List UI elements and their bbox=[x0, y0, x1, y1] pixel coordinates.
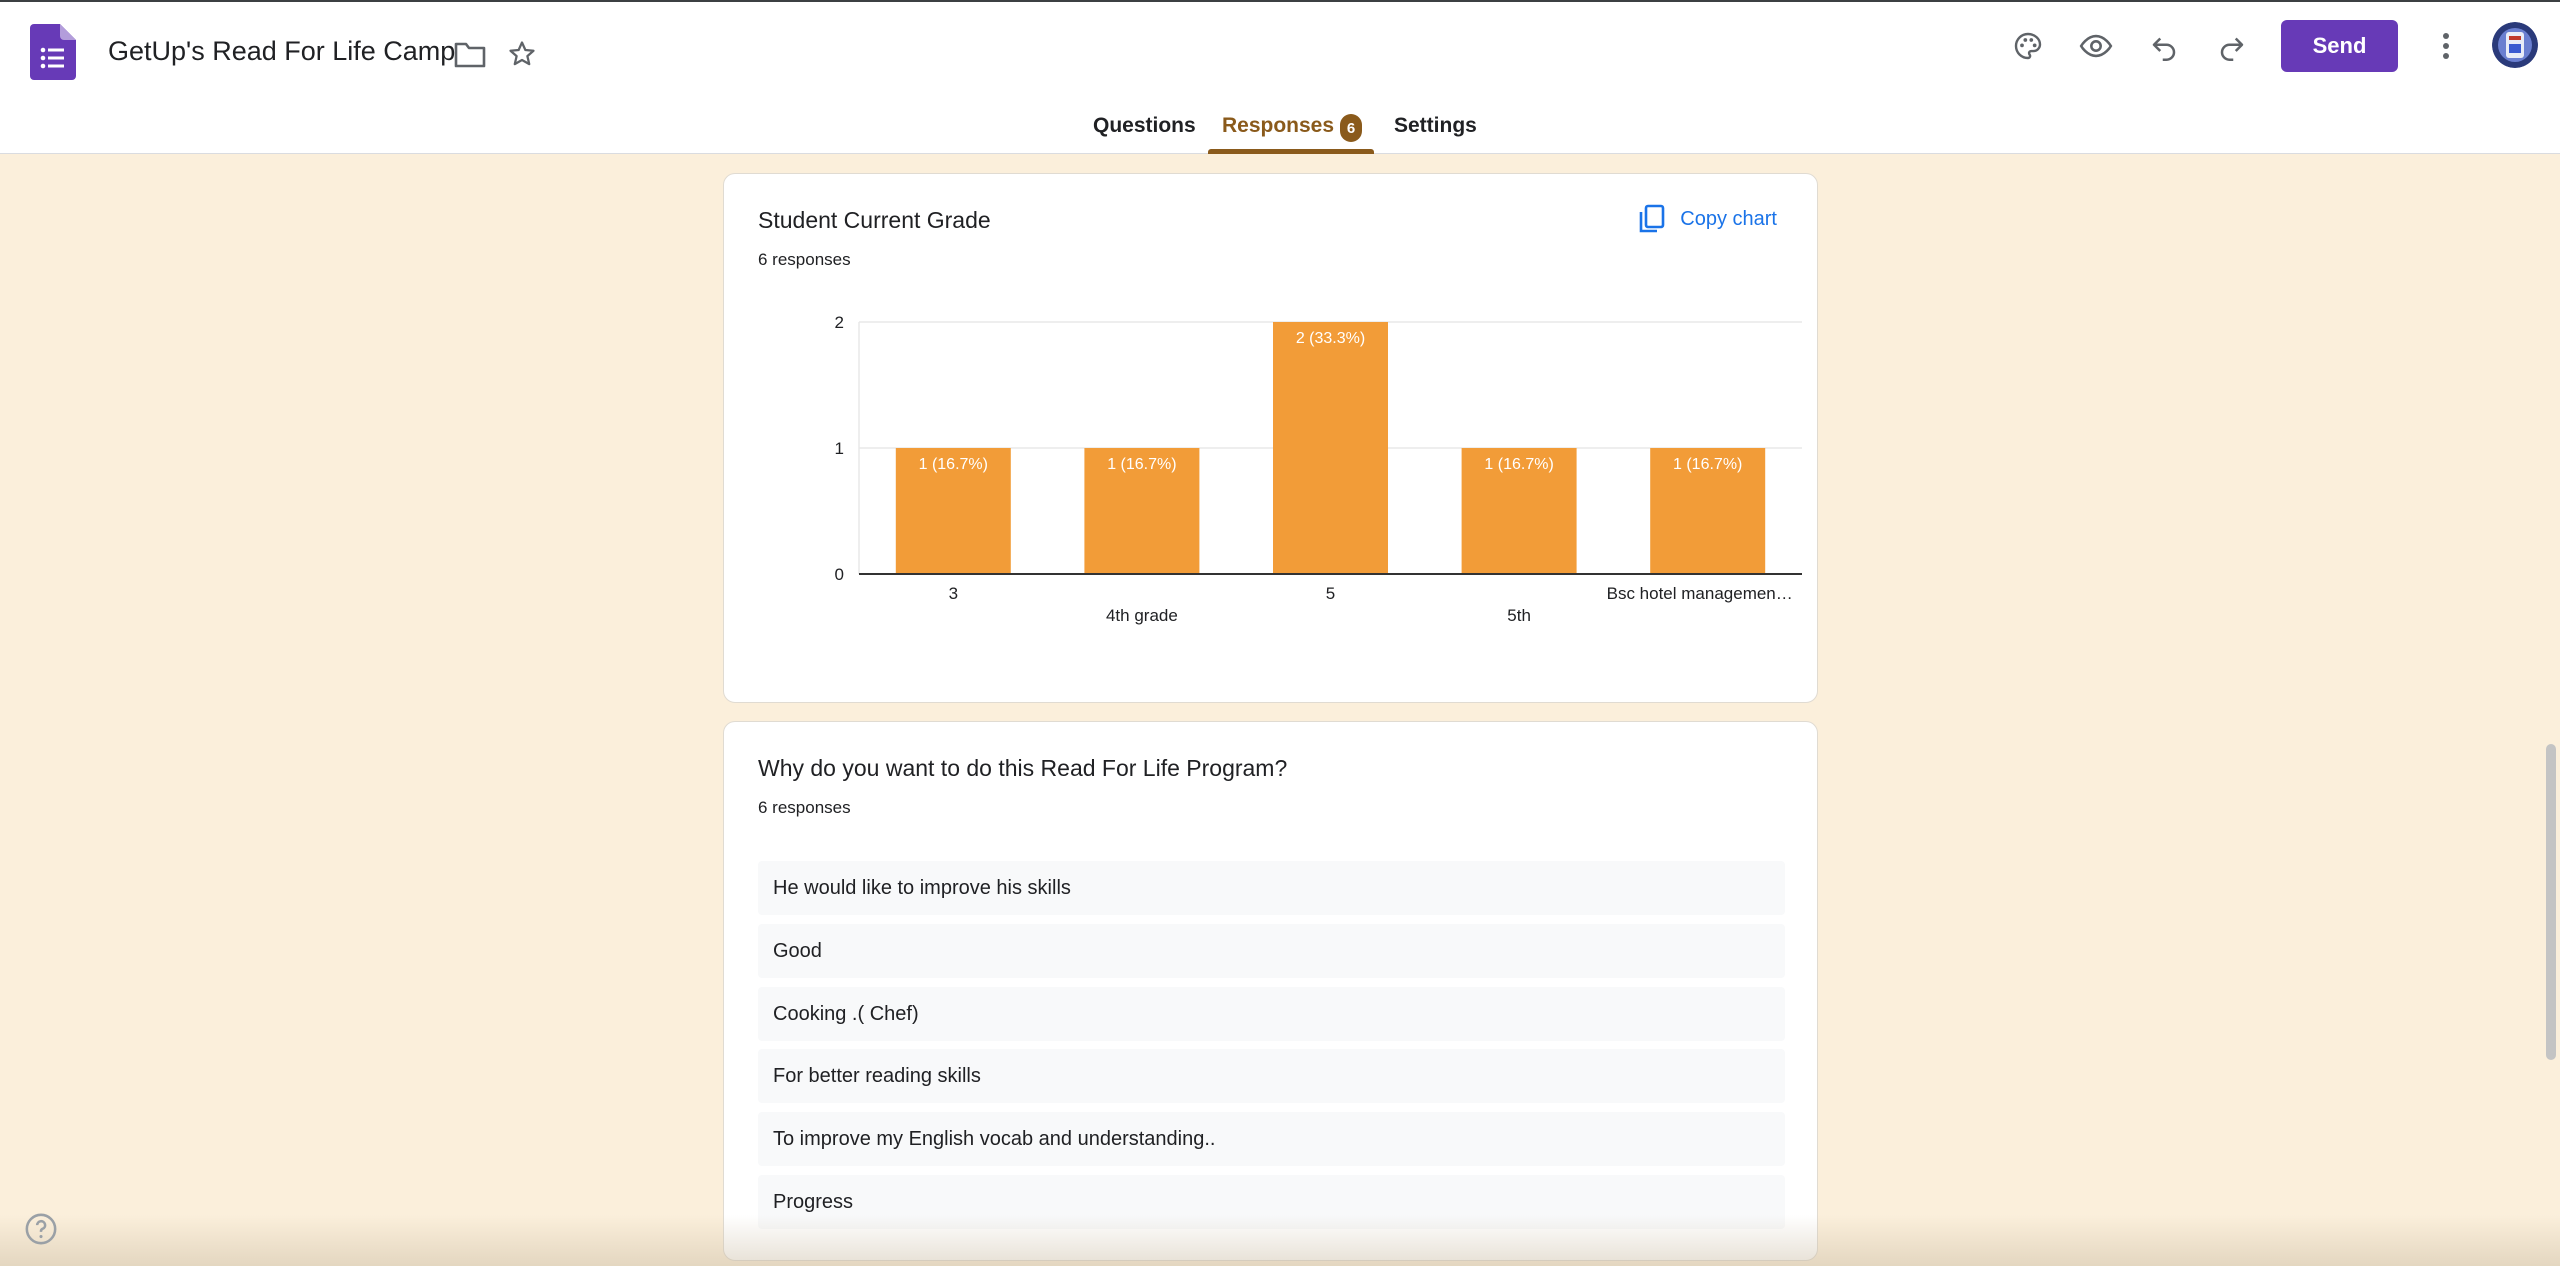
responses-count-badge: 6 bbox=[1340, 114, 1362, 142]
avatar[interactable] bbox=[2492, 22, 2538, 68]
bar-chart: 0 1 2 1 (16.7%) 3 1 (16.7%) 4th grade 2 (33.3%)… bbox=[835, 313, 1802, 625]
x-tick-label: Bsc hotel managemen… bbox=[1607, 584, 1793, 603]
chart-card: Student Current Grade 6 responses Copy c… bbox=[723, 173, 1818, 838]
page-vertical-scrollbar[interactable] bbox=[2546, 744, 2556, 1060]
list-item: To improve my English vocab and understa… bbox=[758, 1112, 1785, 1166]
bar-data-label: 1 (16.7%) bbox=[919, 456, 988, 473]
bar-data-label: 1 (16.7%) bbox=[1484, 456, 1553, 473]
help-icon[interactable] bbox=[24, 1212, 58, 1246]
question-title-2: Why do you want to do this Read For Life… bbox=[758, 755, 1288, 781]
preview-eye-icon[interactable] bbox=[2074, 24, 2118, 68]
folder-icon[interactable] bbox=[448, 32, 492, 76]
response-count-2: 6 responses bbox=[758, 798, 851, 817]
tab-settings[interactable]: Settings bbox=[1394, 114, 1477, 138]
list-item: Cooking .( Chef) bbox=[758, 987, 1785, 1041]
bar-data-label: 2 (33.3%) bbox=[1296, 330, 1365, 347]
palette-icon[interactable] bbox=[2006, 24, 2050, 68]
forms-logo-icon[interactable] bbox=[30, 24, 76, 80]
list-item: For better reading skills bbox=[758, 1049, 1785, 1103]
x-tick-label: 4th grade bbox=[1106, 606, 1178, 625]
top-app-bar: GetUp's Read For Life Camp Send Question… bbox=[0, 0, 2560, 154]
y-tick-label: 0 bbox=[835, 565, 844, 584]
star-icon[interactable] bbox=[500, 32, 544, 76]
bottom-shadow bbox=[0, 1215, 2560, 1266]
tab-questions[interactable]: Questions bbox=[1093, 114, 1196, 138]
active-tab-indicator bbox=[1208, 149, 1374, 154]
more-vert-icon[interactable] bbox=[2424, 24, 2468, 68]
undo-icon[interactable] bbox=[2142, 24, 2186, 68]
y-tick-label: 2 bbox=[835, 313, 844, 332]
list-item: Good bbox=[758, 924, 1785, 978]
x-tick-label: 3 bbox=[949, 584, 958, 603]
x-tick-label: 5th bbox=[1507, 606, 1531, 625]
y-tick-label: 1 bbox=[835, 439, 844, 458]
bar-data-label: 1 (16.7%) bbox=[1107, 456, 1176, 473]
bar-data-label: 1 (16.7%) bbox=[1673, 456, 1742, 473]
x-tick-label: 5 bbox=[1326, 584, 1335, 603]
send-button[interactable]: Send bbox=[2281, 20, 2398, 72]
list-item: He would like to improve his skills bbox=[758, 861, 1785, 915]
tab-responses[interactable]: Responses bbox=[1222, 114, 1334, 138]
redo-icon[interactable] bbox=[2210, 24, 2254, 68]
chart-bar[interactable] bbox=[1273, 322, 1388, 574]
text-responses-card: Why do you want to do this Read For Life… bbox=[723, 721, 1818, 1261]
form-title[interactable]: GetUp's Read For Life Camp bbox=[108, 36, 455, 67]
